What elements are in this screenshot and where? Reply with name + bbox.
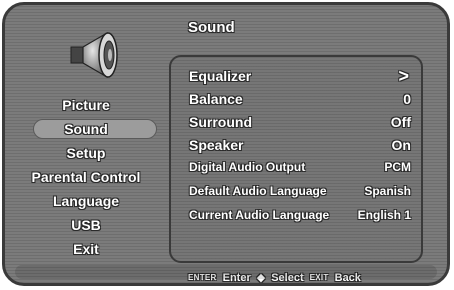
exit-key-icon: EXIT [309,273,329,282]
setting-row-equalizer[interactable]: Equalizer > [189,65,411,87]
menu-item-language[interactable]: Language [5,189,167,213]
setting-value: On [391,137,411,153]
setting-value: Spanish [364,184,411,198]
setting-label: Balance [189,91,243,107]
sound-settings-panel: Equalizer > Balance 0 Surround Off Speak… [169,55,423,263]
setting-row-digital-audio-output[interactable]: Digital Audio Output PCM [189,157,411,177]
chevron-right-icon: > [398,65,409,86]
setting-row-balance[interactable]: Balance 0 [189,88,411,110]
main-menu: Picture Sound Setup Parental Control Lan… [5,93,167,261]
setting-value: 0 [403,91,411,107]
menu-item-usb[interactable]: USB [5,213,167,237]
page-title: Sound [188,19,235,36]
setting-row-default-audio-language[interactable]: Default Audio Language Spanish [189,181,411,201]
menu-item-sound[interactable]: Sound [5,117,167,141]
enter-key-icon: ENTER [188,273,217,282]
menu-item-exit[interactable]: Exit [5,237,167,261]
menu-item-parental-control[interactable]: Parental Control [5,165,167,189]
setting-row-speaker[interactable]: Speaker On [189,134,411,156]
menu-item-picture[interactable]: Picture [5,93,167,117]
setting-label: Speaker [189,137,244,153]
speaker-icon [70,31,118,79]
footer-hints: ENTER Enter ◆ Select EXIT Back [188,271,361,284]
setting-value: Off [390,114,411,130]
setting-row-surround[interactable]: Surround Off [189,111,411,133]
select-hint: Select [271,271,304,284]
setting-label: Equalizer [189,68,252,84]
setting-value: English 1 [357,208,411,222]
setting-value: PCM [384,160,411,174]
setting-label: Current Audio Language [189,208,330,222]
diamond-updown-icon: ◆ [256,272,266,284]
back-hint: Back [334,271,361,284]
osd-screen: Sound Picture Sound Setup Parental Contr… [2,2,450,286]
menu-item-setup[interactable]: Setup [5,141,167,165]
setting-label: Digital Audio Output [189,160,306,174]
setting-label: Default Audio Language [189,184,327,198]
setting-row-current-audio-language[interactable]: Current Audio Language English 1 [189,205,411,225]
setting-label: Surround [189,114,252,130]
enter-hint: Enter [222,271,251,284]
